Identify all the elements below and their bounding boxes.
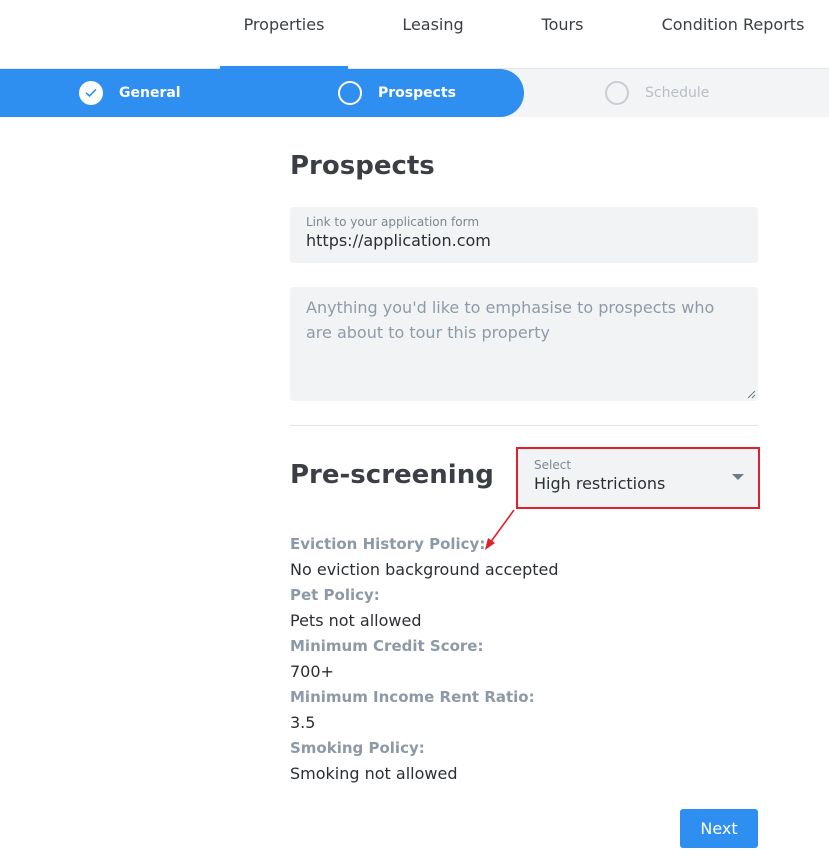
tab-tours[interactable]: Tours	[525, 0, 600, 69]
tab-condition-reports-label: Condition Reports	[661, 15, 805, 34]
step-general-label: General	[119, 85, 181, 101]
step-schedule-label: Schedule	[645, 85, 710, 101]
policy-value: 700+	[290, 662, 334, 681]
application-link-label: Link to your application form	[306, 215, 480, 229]
policy-value: Pets not allowed	[290, 611, 422, 630]
policy-list: Eviction History Policy: No eviction bac…	[290, 531, 758, 786]
policy-pet: Pet Policy: Pets not allowed	[290, 582, 758, 633]
tab-leasing-label: Leasing	[402, 15, 464, 34]
select-value: High restrictions	[534, 474, 666, 493]
top-navigation: Properties Leasing Tours Condition Repor…	[0, 0, 829, 70]
policy-label: Eviction History Policy:	[290, 535, 486, 553]
step-schedule[interactable]: Schedule	[605, 69, 709, 117]
application-link-value[interactable]: https://application.com	[306, 231, 742, 250]
policy-label: Smoking Policy:	[290, 739, 425, 757]
step-prospects[interactable]: Prospects	[338, 69, 456, 117]
policy-income-ratio: Minimum Income Rent Ratio: 3.5	[290, 684, 758, 735]
policy-value: Smoking not allowed	[290, 764, 458, 783]
tab-leasing[interactable]: Leasing	[388, 0, 478, 69]
tab-properties-label: Properties	[243, 15, 325, 34]
step-prospects-label: Prospects	[378, 85, 456, 101]
check-icon	[79, 81, 103, 105]
policy-value: 3.5	[290, 713, 316, 732]
policy-label: Pet Policy:	[290, 586, 380, 604]
resize-handle-icon[interactable]	[746, 389, 756, 399]
policy-label: Minimum Income Rent Ratio:	[290, 688, 535, 706]
caret-down-icon	[732, 474, 744, 480]
policy-credit-score: Minimum Credit Score: 700+	[290, 633, 758, 684]
section-divider	[290, 425, 758, 426]
prospect-notes-textarea[interactable]: Anything you'd like to emphasise to pros…	[290, 287, 758, 401]
step-general[interactable]: General	[79, 69, 181, 117]
restriction-level-select[interactable]: Select High restrictions	[516, 447, 760, 509]
tab-condition-reports[interactable]: Condition Reports	[655, 0, 811, 69]
select-label: Select	[534, 458, 572, 472]
prescreening-title: Pre-screening	[290, 460, 494, 490]
next-button[interactable]: Next	[680, 809, 758, 848]
prospect-notes-placeholder: Anything you'd like to emphasise to pros…	[306, 298, 715, 342]
prospects-title: Prospects	[290, 151, 435, 181]
tab-tours-label: Tours	[541, 15, 584, 34]
application-link-field[interactable]: Link to your application form https://ap…	[290, 207, 758, 263]
policy-value: No eviction background accepted	[290, 560, 559, 579]
current-step-circle-icon	[338, 81, 362, 105]
policy-label: Minimum Credit Score:	[290, 637, 484, 655]
policy-smoking: Smoking Policy: Smoking not allowed	[290, 735, 758, 786]
pending-step-circle-icon	[605, 81, 629, 105]
tab-properties[interactable]: Properties	[220, 0, 348, 70]
wizard-stepper: General Prospects Schedule	[0, 69, 829, 117]
policy-eviction: Eviction History Policy: No eviction bac…	[290, 531, 758, 582]
